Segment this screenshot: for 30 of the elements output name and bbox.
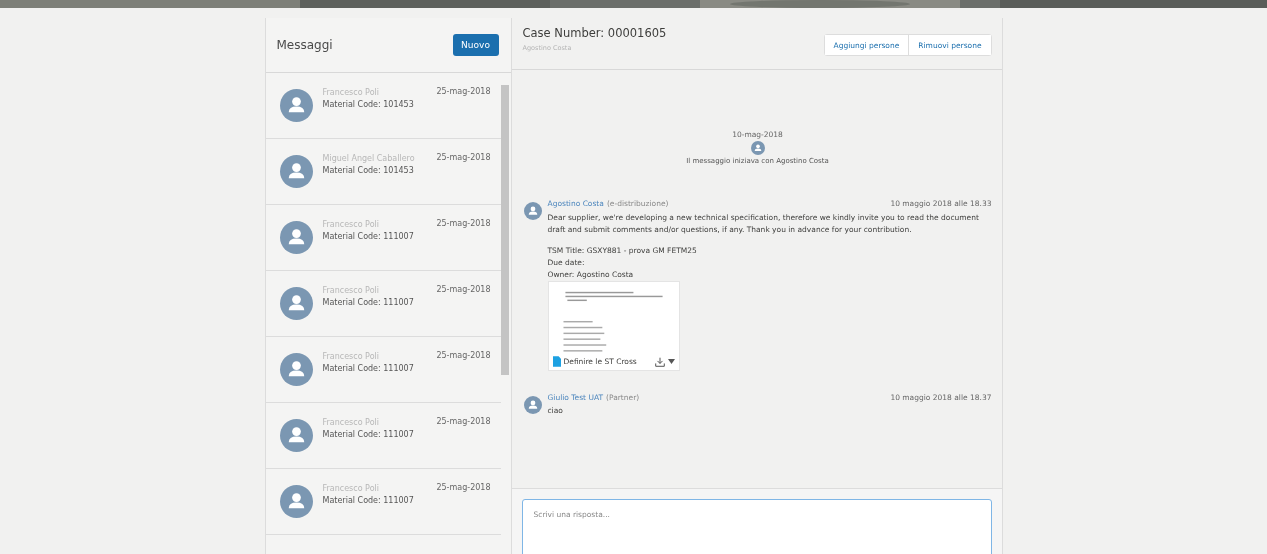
avatar-icon — [279, 89, 313, 122]
avatar-icon — [279, 221, 313, 254]
avatar-icon — [279, 485, 313, 518]
message-date: 25-mag-2018 — [436, 219, 491, 228]
message-date: 25-mag-2018 — [436, 417, 491, 426]
file-icon — [552, 356, 561, 368]
message-subject: Material Code: 111007 — [322, 430, 415, 439]
avatar-icon — [279, 155, 313, 188]
message-subject: Material Code: 111007 — [322, 298, 415, 307]
message-date: 25-mag-2018 — [436, 483, 491, 492]
avatar-icon — [523, 202, 542, 220]
case-title: Case Number: 00001605 — [522, 26, 667, 40]
caret-icon[interactable] — [667, 359, 675, 365]
message-subject: Material Code: 101453 — [322, 100, 415, 109]
avatar-icon — [279, 353, 313, 386]
new-button[interactable]: Nuovo — [452, 34, 499, 56]
avatar-icon — [523, 396, 542, 415]
message-subject: Material Code: 111007 — [322, 232, 415, 241]
message-date: 25-mag-2018 — [436, 351, 491, 360]
panel-title: Messaggi — [276, 38, 333, 52]
avatar-icon — [750, 141, 765, 155]
message-date: 25-mag-2018 — [436, 285, 491, 294]
message-subject: Material Code: 111007 — [322, 364, 415, 373]
message-subject: Material Code: 111007 — [322, 496, 415, 505]
message-date: 25-mag-2018 — [436, 87, 491, 96]
message-date: 25-mag-2018 — [436, 153, 491, 162]
avatar-icon — [279, 287, 313, 320]
download-icon[interactable] — [654, 356, 665, 367]
message-subject: Material Code: 101453 — [322, 166, 415, 175]
avatar-icon — [279, 419, 313, 452]
